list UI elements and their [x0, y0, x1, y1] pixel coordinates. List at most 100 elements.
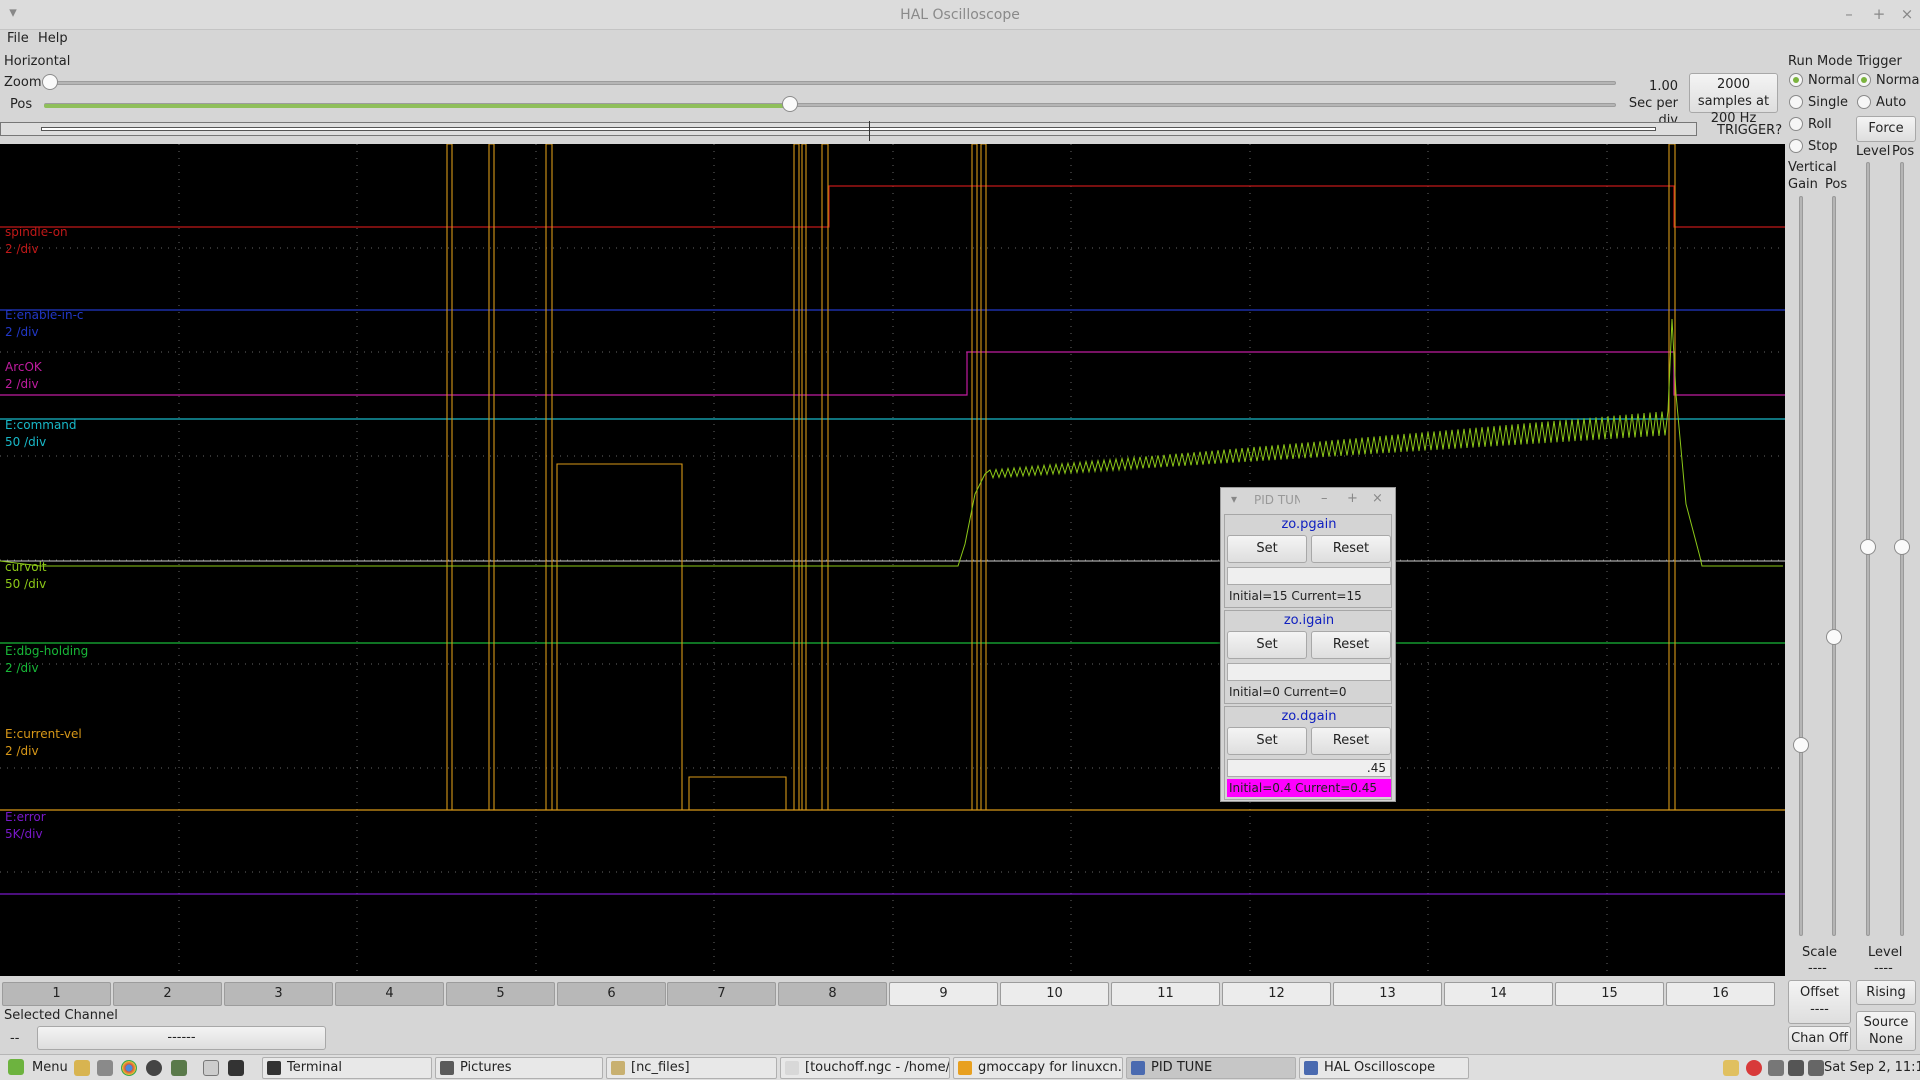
pid-maximize-icon[interactable]: + — [1347, 491, 1358, 506]
terminal-launcher-icon[interactable] — [171, 1060, 187, 1076]
pid-reset-button[interactable]: Reset — [1311, 631, 1391, 659]
console-launcher-icon[interactable] — [228, 1060, 244, 1076]
tray-folder-icon[interactable] — [1723, 1060, 1739, 1076]
source-button[interactable]: Source None — [1856, 1011, 1916, 1051]
run-mode-single-radio[interactable] — [1789, 95, 1803, 109]
pid-close-icon[interactable]: × — [1372, 491, 1383, 506]
chrome-launcher-icon[interactable] — [121, 1060, 137, 1076]
app-launcher-icon[interactable] — [146, 1060, 162, 1076]
task-label: Terminal — [287, 1060, 342, 1075]
tool-launcher-icon[interactable] — [97, 1060, 113, 1076]
trigger-auto-radio[interactable] — [1857, 95, 1871, 109]
channel-tab-4[interactable]: 4 — [335, 982, 444, 1006]
network-icon[interactable] — [1808, 1060, 1824, 1076]
vertical-gain-handle[interactable] — [1793, 737, 1809, 753]
pid-reset-button[interactable]: Reset — [1311, 727, 1391, 755]
trace-arcok — [0, 351, 1785, 396]
trigger-position-bar[interactable] — [0, 121, 1697, 141]
pos-slider-handle[interactable] — [782, 96, 798, 112]
channel-label: E:command 50 /div — [5, 417, 77, 451]
trigger-marker — [869, 121, 870, 141]
taskbar-task[interactable]: PID TUNE — [1126, 1057, 1296, 1079]
channel-tab-9[interactable]: 9 — [889, 982, 998, 1006]
pid-set-button[interactable]: Set — [1227, 727, 1307, 755]
run-mode-roll-radio[interactable] — [1789, 117, 1803, 131]
menu-help[interactable]: Help — [38, 31, 68, 46]
offset-label: Offset — [1799, 985, 1840, 1000]
channel-tab-16[interactable]: 16 — [1666, 982, 1775, 1006]
vertical-gain-slider[interactable] — [1799, 196, 1803, 936]
vertical-pos-label: Pos — [1825, 177, 1848, 192]
channel-tab-5[interactable]: 5 — [446, 982, 555, 1006]
pid-set-button[interactable]: Set — [1227, 631, 1307, 659]
pid-value-entry[interactable]: .45 — [1227, 759, 1391, 777]
trigger-level-handle[interactable] — [1860, 539, 1876, 555]
trigger-auto-label: Auto — [1876, 95, 1907, 110]
vertical-heading: Vertical — [1788, 160, 1837, 175]
vertical-pos-handle[interactable] — [1826, 629, 1842, 645]
force-button[interactable]: Force — [1856, 116, 1916, 142]
pid-set-button[interactable]: Set — [1227, 535, 1307, 563]
taskbar-task[interactable]: gmoccapy for linuxcn... — [953, 1057, 1123, 1079]
task-app-icon — [1131, 1061, 1145, 1075]
run-mode-normal-radio[interactable] — [1789, 73, 1803, 87]
show-desktop-icon[interactable] — [203, 1060, 219, 1076]
source-value: None — [1869, 1032, 1903, 1047]
minimize-icon[interactable]: – — [1840, 5, 1858, 23]
maximize-icon[interactable]: + — [1870, 5, 1888, 23]
channel-tab-13[interactable]: 13 — [1333, 982, 1442, 1006]
run-mode-stop-radio[interactable] — [1789, 139, 1803, 153]
selected-channel-button[interactable]: ------ — [37, 1026, 326, 1050]
pid-value-entry[interactable] — [1227, 663, 1391, 681]
vertical-pos-slider[interactable] — [1832, 196, 1836, 936]
trace-spindle-on — [0, 185, 1785, 228]
channel-tab-10[interactable]: 10 — [1000, 982, 1109, 1006]
samples-button[interactable]: 2000 samples at 200 Hz — [1689, 73, 1778, 126]
zoom-slider[interactable] — [50, 81, 1616, 85]
channel-tab-7[interactable]: 7 — [667, 982, 776, 1006]
task-label: Pictures — [460, 1060, 512, 1075]
taskbar-task[interactable]: Pictures — [435, 1057, 603, 1079]
channel-scale: 2 /div — [5, 242, 39, 256]
taskbar-task[interactable]: [touchoff.ngc - /home/... — [780, 1057, 950, 1079]
rising-button[interactable]: Rising — [1856, 980, 1916, 1005]
channel-scale: 50 /div — [5, 577, 47, 591]
trigger-normal-radio[interactable] — [1857, 73, 1871, 87]
taskbar-task[interactable]: [nc_files] — [606, 1057, 777, 1079]
channel-tab-2[interactable]: 2 — [113, 982, 222, 1006]
offset-button[interactable]: Offset ---- — [1788, 980, 1851, 1024]
taskbar-task[interactable]: HAL Oscilloscope — [1299, 1057, 1469, 1079]
close-icon[interactable]: × — [1898, 5, 1916, 23]
files-launcher-icon[interactable] — [74, 1060, 90, 1076]
pid-param-section: zo.igain Set Reset Initial=0 Current=0 — [1224, 610, 1392, 704]
task-app-icon — [958, 1061, 972, 1075]
channel-tab-12[interactable]: 12 — [1222, 982, 1331, 1006]
mint-menu-icon[interactable] — [8, 1059, 24, 1075]
tray-error-icon[interactable] — [1746, 1060, 1762, 1076]
menu-label[interactable]: Menu — [32, 1060, 68, 1075]
channel-tab-6[interactable]: 6 — [557, 982, 666, 1006]
channel-tab-14[interactable]: 14 — [1444, 982, 1553, 1006]
pid-minimize-icon[interactable]: – — [1321, 491, 1328, 506]
menu-file[interactable]: File — [7, 31, 29, 46]
channel-name: E:dbg-holding — [5, 644, 89, 658]
channel-tab-3[interactable]: 3 — [224, 982, 333, 1006]
channel-tab-15[interactable]: 15 — [1555, 982, 1664, 1006]
channel-tab-11[interactable]: 11 — [1111, 982, 1220, 1006]
task-label: [touchoff.ngc - /home/... — [805, 1060, 950, 1075]
pid-value-entry[interactable] — [1227, 567, 1391, 585]
clock: Sat Sep 2, 11:13 — [1824, 1060, 1920, 1075]
zoom-slider-handle[interactable] — [42, 74, 58, 90]
taskbar-task[interactable]: Terminal — [262, 1057, 432, 1079]
channel-tab-8[interactable]: 8 — [778, 982, 887, 1006]
volume-icon[interactable] — [1788, 1060, 1804, 1076]
pid-reset-button[interactable]: Reset — [1311, 535, 1391, 563]
run-mode-single-label: Single — [1808, 95, 1848, 110]
trigger-pos-handle[interactable] — [1894, 539, 1910, 555]
pid-window-menu-icon[interactable]: ▾ — [1231, 492, 1237, 506]
tray-lock-icon[interactable] — [1768, 1060, 1784, 1076]
chan-off-button[interactable]: Chan Off — [1788, 1026, 1851, 1051]
channel-tab-1[interactable]: 1 — [2, 982, 111, 1006]
scope-display[interactable]: spindle-on 2 /div E:enable-in-c 2 /div ArcOK… — [0, 144, 1785, 976]
scale-label: Scale — [1802, 945, 1837, 960]
